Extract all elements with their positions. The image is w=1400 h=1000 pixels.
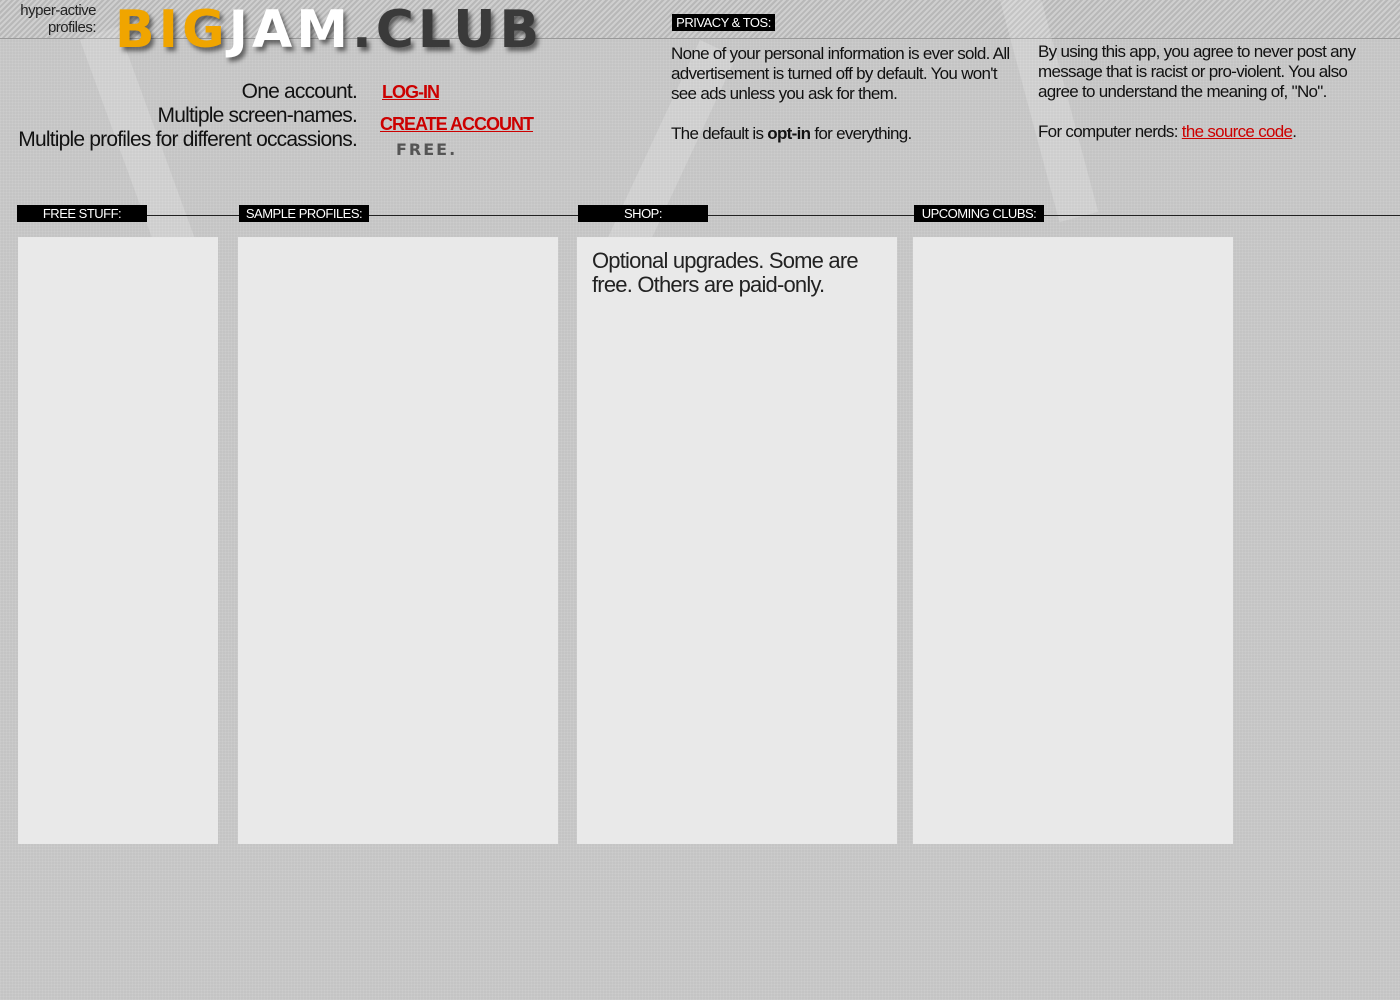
shop-description: Optional upgrades. Some are free. Others… [592, 248, 859, 297]
login-link[interactable]: LOG-IN [382, 82, 440, 103]
source-code-link[interactable]: the source code [1182, 122, 1293, 141]
upcoming-clubs-panel [913, 237, 1233, 844]
privacy-label: PRIVACY & TOS: [672, 14, 775, 31]
privacy-text: None of your personal information is eve… [671, 44, 1010, 143]
tos-text: By using this app, you agree to never po… [1038, 42, 1356, 141]
divider [147, 215, 239, 216]
divider [708, 215, 914, 216]
sample-profiles-label: SAMPLE PROFILES: [239, 205, 369, 222]
pitch: One account. Multiple screen-names. Mult… [18, 80, 358, 151]
divider [369, 215, 578, 216]
create-account-link[interactable]: CREATE ACCOUNT [380, 114, 534, 135]
free-stuff-panel [18, 237, 218, 844]
tagline: hyper-active profiles: [20, 2, 96, 36]
free-badge: FREE. [396, 140, 458, 159]
sample-profiles-panel [238, 237, 558, 844]
logo[interactable]: BIGJAM.CLUB [115, 0, 543, 60]
shop-label: SHOP: [578, 205, 708, 222]
shop-panel: Optional upgrades. Some are free. Others… [577, 237, 897, 844]
upcoming-clubs-label: UPCOMING CLUBS: [914, 205, 1044, 222]
divider [1044, 215, 1400, 216]
free-stuff-label: FREE STUFF: [17, 205, 147, 222]
